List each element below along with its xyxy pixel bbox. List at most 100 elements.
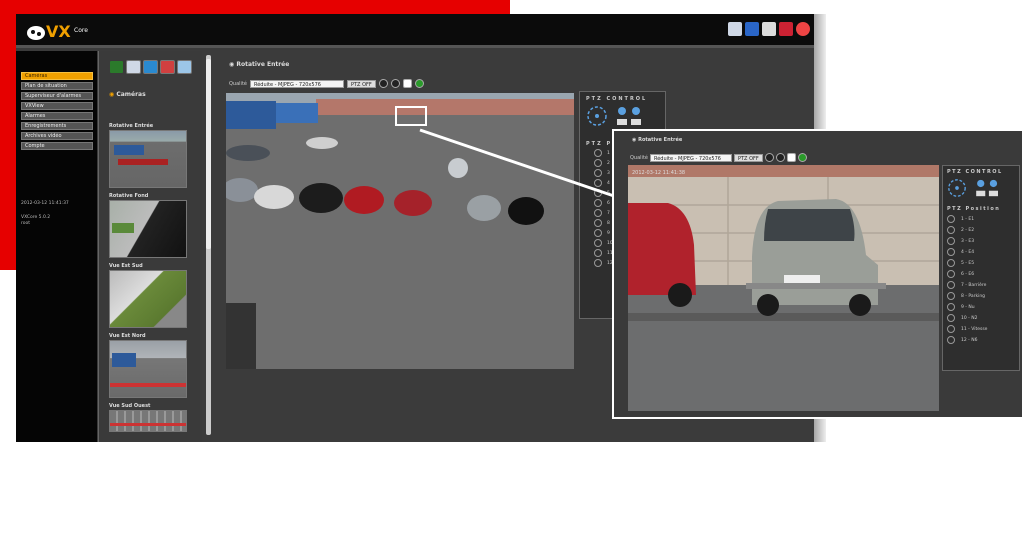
preset-radio[interactable]	[594, 189, 602, 197]
play-icon[interactable]	[786, 153, 796, 162]
ptz-position-item[interactable]: 3 - E3	[947, 237, 1019, 245]
preset-radio[interactable]	[947, 314, 955, 322]
user-icon[interactable]	[160, 60, 175, 74]
cameras-header: ◉ Caméras	[109, 91, 146, 98]
camera-thumbnail	[109, 200, 187, 258]
record-icon[interactable]	[390, 79, 400, 88]
preset-radio[interactable]	[594, 149, 602, 157]
ptz-toggle-button[interactable]: PTZ OFF	[346, 79, 376, 88]
preset-label: 9 - Nu	[961, 304, 975, 310]
camera-item[interactable]: Rotative Entrée	[109, 123, 187, 188]
cameras-header-label: Caméras	[116, 91, 146, 98]
zoom-ptz-toggle-button[interactable]: PTZ OFF	[733, 153, 763, 162]
ptz-position-item[interactable]: 6 - E6	[947, 270, 1019, 278]
grid-icon[interactable]	[177, 60, 192, 74]
snapshot-icon[interactable]	[764, 153, 774, 162]
monitor-icon[interactable]	[143, 60, 158, 74]
nav-item-vxview[interactable]: VXView	[21, 102, 93, 110]
ptz-direction-icon[interactable]	[586, 105, 608, 127]
preset-radio[interactable]	[594, 239, 602, 247]
ptz-position-item[interactable]: 2 - E2	[947, 226, 1019, 234]
preset-radio[interactable]	[594, 169, 602, 177]
ptz-zoom-icon[interactable]	[614, 105, 646, 127]
preset-radio[interactable]	[947, 303, 955, 311]
zoom-ptz-control-title: PTZ CONTROL	[947, 169, 1003, 175]
ptz-position-item[interactable]: 10 - N2	[947, 314, 1019, 322]
ptz-direction-icon[interactable]	[947, 178, 967, 198]
quality-select[interactable]: Réduite - MJPEG - 720x576	[249, 79, 344, 88]
parking-video-frame	[226, 93, 574, 369]
nav-item-plan[interactable]: Plan de situation	[21, 82, 93, 90]
preset-radio[interactable]	[947, 259, 955, 267]
ptz-position-item[interactable]: 7 - Barrière	[947, 281, 1019, 289]
preset-radio[interactable]	[947, 248, 955, 256]
ptz-position-item[interactable]: 5 - E5	[947, 259, 1019, 267]
nav-item-account[interactable]: Compte	[21, 142, 93, 150]
camera-icon[interactable]	[126, 60, 141, 74]
preset-radio[interactable]	[594, 259, 602, 267]
camera-list-panel: ◉ Caméras Rotative Entrée Rotative Fond …	[98, 51, 202, 442]
camera-label: Rotative Fond	[109, 193, 149, 199]
preset-radio[interactable]	[594, 249, 602, 257]
preset-radio[interactable]	[947, 215, 955, 223]
refresh-icon[interactable]	[109, 60, 124, 74]
tools-icon[interactable]	[762, 22, 776, 36]
preset-label: 5 - E5	[961, 260, 975, 266]
nav-item-archives[interactable]: Archives vidéo	[21, 132, 93, 140]
preset-radio[interactable]	[594, 209, 602, 217]
ptz-zoom-icon[interactable]	[973, 178, 1003, 198]
preset-number: 9	[607, 230, 610, 236]
preset-radio[interactable]	[594, 159, 602, 167]
camera-item[interactable]: Vue Sud Ouest	[109, 403, 187, 432]
camera-item[interactable]: Vue Est Sud	[109, 263, 187, 328]
preset-label: 6 - E6	[961, 271, 975, 277]
preset-radio[interactable]	[947, 336, 955, 344]
nav-item-supervisor[interactable]: Superviseur d'alarmes	[21, 92, 93, 100]
quality-label: Qualité	[229, 80, 247, 87]
preset-radio[interactable]	[594, 219, 602, 227]
preset-number: 5	[607, 190, 610, 196]
ptz-position-item[interactable]: 9 - Nu	[947, 303, 1019, 311]
zoom-timestamp: 2012-03-12 11:41:38	[632, 170, 685, 176]
video-stream[interactable]	[226, 93, 574, 369]
preset-radio[interactable]	[594, 179, 602, 187]
camera-item[interactable]: Rotative Fond	[109, 193, 187, 258]
preset-radio[interactable]	[947, 292, 955, 300]
power-icon[interactable]	[796, 22, 810, 36]
zoom-video-stream[interactable]: 2012-03-12 11:41:38	[628, 165, 939, 411]
logo-text: VX	[46, 22, 71, 41]
ptz-position-item[interactable]: 1 - E1	[947, 215, 1019, 223]
nav-item-cameras[interactable]: Caméras	[21, 72, 93, 80]
display-icon[interactable]	[728, 22, 742, 36]
preset-label: 12 - N6	[961, 337, 978, 343]
preset-radio[interactable]	[594, 229, 602, 237]
preset-radio[interactable]	[947, 281, 955, 289]
ptz-position-item[interactable]: 12 - N6	[947, 336, 1019, 344]
scrollbar-thumb[interactable]	[206, 59, 211, 249]
disconnect-icon[interactable]	[779, 22, 793, 36]
ptz-position-item[interactable]: 8 - Parking	[947, 292, 1019, 300]
preset-radio[interactable]	[947, 325, 955, 333]
camera-list-scrollbar[interactable]	[206, 55, 211, 435]
record-icon[interactable]	[775, 153, 785, 162]
play-icon[interactable]	[402, 79, 412, 88]
nav-item-recordings[interactable]: Enregistrements	[21, 122, 93, 130]
ptz-position-item[interactable]: 11 - Vitesse	[947, 325, 1019, 333]
preset-radio[interactable]	[947, 270, 955, 278]
refresh-stream-icon[interactable]	[414, 79, 424, 88]
ptz-control-title: PTZ CONTROL	[586, 96, 648, 102]
preset-radio[interactable]	[947, 237, 955, 245]
zoom-title-label: Rotative Entrée	[638, 137, 683, 143]
preset-radio[interactable]	[947, 226, 955, 234]
home-icon[interactable]	[745, 22, 759, 36]
zoom-ptz-control-pad	[947, 178, 1019, 198]
ptz-position-item[interactable]: 4 - E4	[947, 248, 1019, 256]
refresh-stream-icon[interactable]	[797, 153, 807, 162]
zoom-quality-select[interactable]: Réduite - MJPEG - 720x576	[649, 153, 732, 162]
preset-radio[interactable]	[594, 199, 602, 207]
zoom-title: ◉ Rotative Entrée	[632, 137, 682, 143]
camera-item[interactable]: Vue Est Nord	[109, 333, 187, 398]
snapshot-icon[interactable]	[378, 79, 388, 88]
zoom-video-frame: 2012-03-12 11:41:38	[628, 165, 939, 411]
nav-item-alarms[interactable]: Alarmes	[21, 112, 93, 120]
